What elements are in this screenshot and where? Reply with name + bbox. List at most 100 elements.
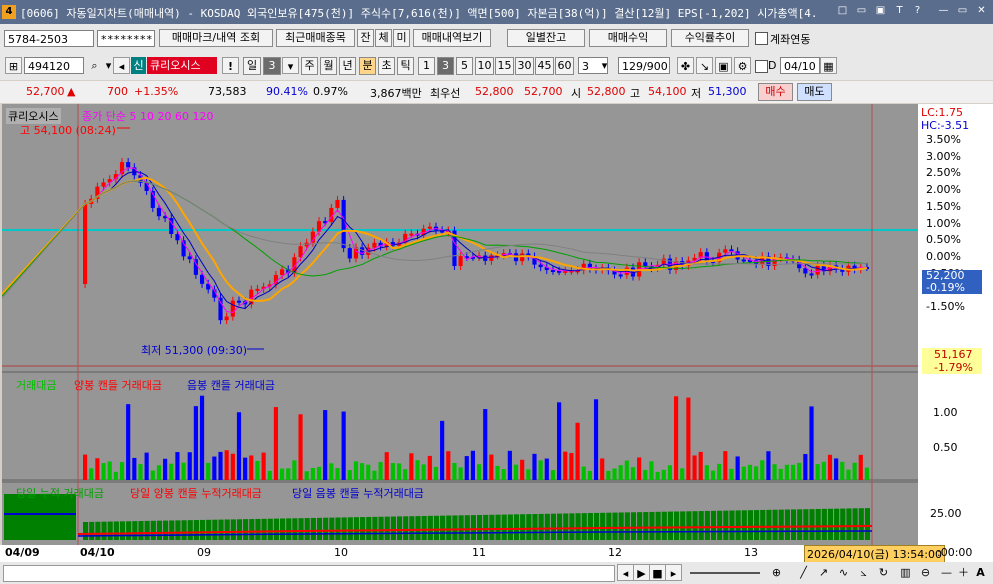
cum-bar: [144, 520, 150, 540]
buy-button[interactable]: 매수: [758, 83, 793, 101]
horizontal-scrollbar[interactable]: [3, 565, 615, 582]
recent-trade-button[interactable]: 최근매매종목: [276, 29, 355, 47]
volume-bar: [470, 450, 475, 480]
minus-icon[interactable]: —: [938, 564, 955, 581]
restore-icon[interactable]: ▭: [855, 4, 868, 17]
profit-trend-button[interactable]: 수익률추이: [671, 29, 749, 47]
plus-icon[interactable]: ＋: [955, 564, 972, 581]
font-size-icon[interactable]: A: [972, 564, 989, 581]
stock-code-field[interactable]: 494120: [24, 57, 84, 74]
line-tool-icon[interactable]: ╱: [795, 564, 812, 581]
volume-bar: [686, 397, 691, 480]
chart-menu-icon[interactable]: ⊞: [5, 57, 22, 74]
back-icon[interactable]: ◂: [113, 57, 130, 74]
period-year-button[interactable]: 년: [339, 57, 356, 75]
tool-icon-1[interactable]: ✤: [677, 57, 694, 74]
period-number[interactable]: 3: [263, 57, 281, 75]
minute-1-button[interactable]: 1: [418, 57, 435, 75]
daily-balance-button[interactable]: 일별잔고: [507, 29, 585, 47]
trade-view-button[interactable]: 매매내역보기: [413, 29, 491, 47]
zoom-out-icon[interactable]: ⊖: [917, 564, 934, 581]
minute-45-button[interactable]: 45: [535, 57, 554, 75]
period-dropdown-icon[interactable]: ▾: [282, 57, 299, 74]
volume-bar: [821, 461, 826, 480]
data-count-field[interactable]: 129/900: [618, 57, 670, 74]
text-icon[interactable]: T: [893, 4, 906, 17]
cum-bar: [735, 510, 741, 540]
account-link-checkbox[interactable]: [755, 32, 768, 45]
cum-bar: [267, 518, 273, 540]
help-icon[interactable]: ?: [911, 4, 924, 17]
scroll-left-icon[interactable]: ◂: [617, 564, 634, 581]
cum-bar: [446, 515, 452, 540]
zoom-in-icon[interactable]: ⊕: [768, 564, 785, 581]
dock-icon[interactable]: ▣: [874, 4, 887, 17]
cum-bar: [834, 508, 840, 540]
date-field[interactable]: 04/10: [780, 57, 820, 74]
chart-canvas[interactable]: [2, 104, 918, 545]
account-select[interactable]: 5784-2503: [4, 30, 94, 47]
minute-5-button[interactable]: 5: [456, 57, 473, 75]
period-month-button[interactable]: 월: [320, 57, 337, 75]
volume-bar: [329, 463, 334, 480]
zoom-slider[interactable]: [690, 572, 760, 574]
play-icon[interactable]: ▶: [633, 564, 650, 581]
minute-3-button[interactable]: 3: [437, 57, 454, 75]
stop-icon[interactable]: ■: [649, 564, 666, 581]
cum-bar: [692, 511, 698, 540]
volume-bar: [107, 461, 112, 480]
unexecuted-button[interactable]: 미: [393, 29, 410, 47]
minute-dropdown-icon[interactable]: ▾: [596, 57, 613, 74]
trend-tool-icon[interactable]: ↗: [815, 564, 832, 581]
sell-button[interactable]: 매도: [797, 83, 832, 101]
password-field[interactable]: ********: [97, 30, 155, 47]
grid-tool-icon[interactable]: ▥: [897, 564, 914, 581]
minute-60-button[interactable]: 60: [555, 57, 574, 75]
balance-button[interactable]: 잔: [357, 29, 374, 47]
minute-30-button[interactable]: 30: [515, 57, 534, 75]
cycle-tool-icon[interactable]: ↻: [875, 564, 892, 581]
save-icon[interactable]: ▣: [715, 57, 732, 74]
maximize-icon[interactable]: ▭: [956, 4, 969, 17]
chart-area[interactable]: 큐리오시스 종가 단순 5 10 20 60 120 고 54,100 (08:…: [2, 104, 918, 545]
warning-icon[interactable]: !: [222, 57, 239, 74]
volume-bar: [507, 450, 512, 480]
link-icon[interactable]: □: [836, 4, 849, 17]
date-checkbox[interactable]: [755, 60, 768, 73]
volume-bar: [243, 457, 248, 480]
period-minute-button[interactable]: 분: [359, 57, 376, 75]
candle-body: [550, 270, 556, 273]
candle-body: [409, 233, 414, 236]
calendar-icon[interactable]: ▦: [820, 57, 837, 74]
cum-bar: [193, 520, 199, 540]
trade-profit-button[interactable]: 매매수익: [589, 29, 667, 47]
cum-bar: [427, 515, 433, 540]
trade-mark-button[interactable]: 매매마크/내역 조회: [159, 29, 273, 47]
minute-15-button[interactable]: 15: [495, 57, 514, 75]
minimize-icon[interactable]: —: [937, 4, 950, 17]
period-day-button[interactable]: 일: [243, 57, 261, 75]
angle-tool-icon[interactable]: ⦣: [855, 564, 872, 581]
scroll-right-icon[interactable]: ▸: [665, 564, 682, 581]
candle-body: [335, 199, 340, 208]
executed-button[interactable]: 체: [375, 29, 392, 47]
volume-bar: [754, 466, 759, 480]
volume-bar: [803, 454, 808, 480]
volume-bar: [815, 464, 820, 480]
volume-bar: [403, 469, 408, 480]
cum-bar: [323, 517, 329, 540]
settings-icon[interactable]: ⚙: [734, 57, 751, 74]
close-icon[interactable]: ✕: [975, 4, 988, 17]
period-tick-button[interactable]: 틱: [397, 57, 414, 75]
fib-tool-icon[interactable]: ∿: [835, 564, 852, 581]
minute-10-button[interactable]: 10: [475, 57, 494, 75]
cum-bar: [501, 514, 507, 540]
period-week-button[interactable]: 주: [301, 57, 318, 75]
window-number-icon: 4: [2, 5, 16, 19]
volume-bar: [772, 464, 777, 480]
cum-bar: [230, 519, 236, 540]
cum-bar: [575, 513, 581, 540]
cum-bar: [212, 519, 218, 540]
draw-icon[interactable]: ↘: [696, 57, 713, 74]
period-second-button[interactable]: 초: [378, 57, 395, 75]
